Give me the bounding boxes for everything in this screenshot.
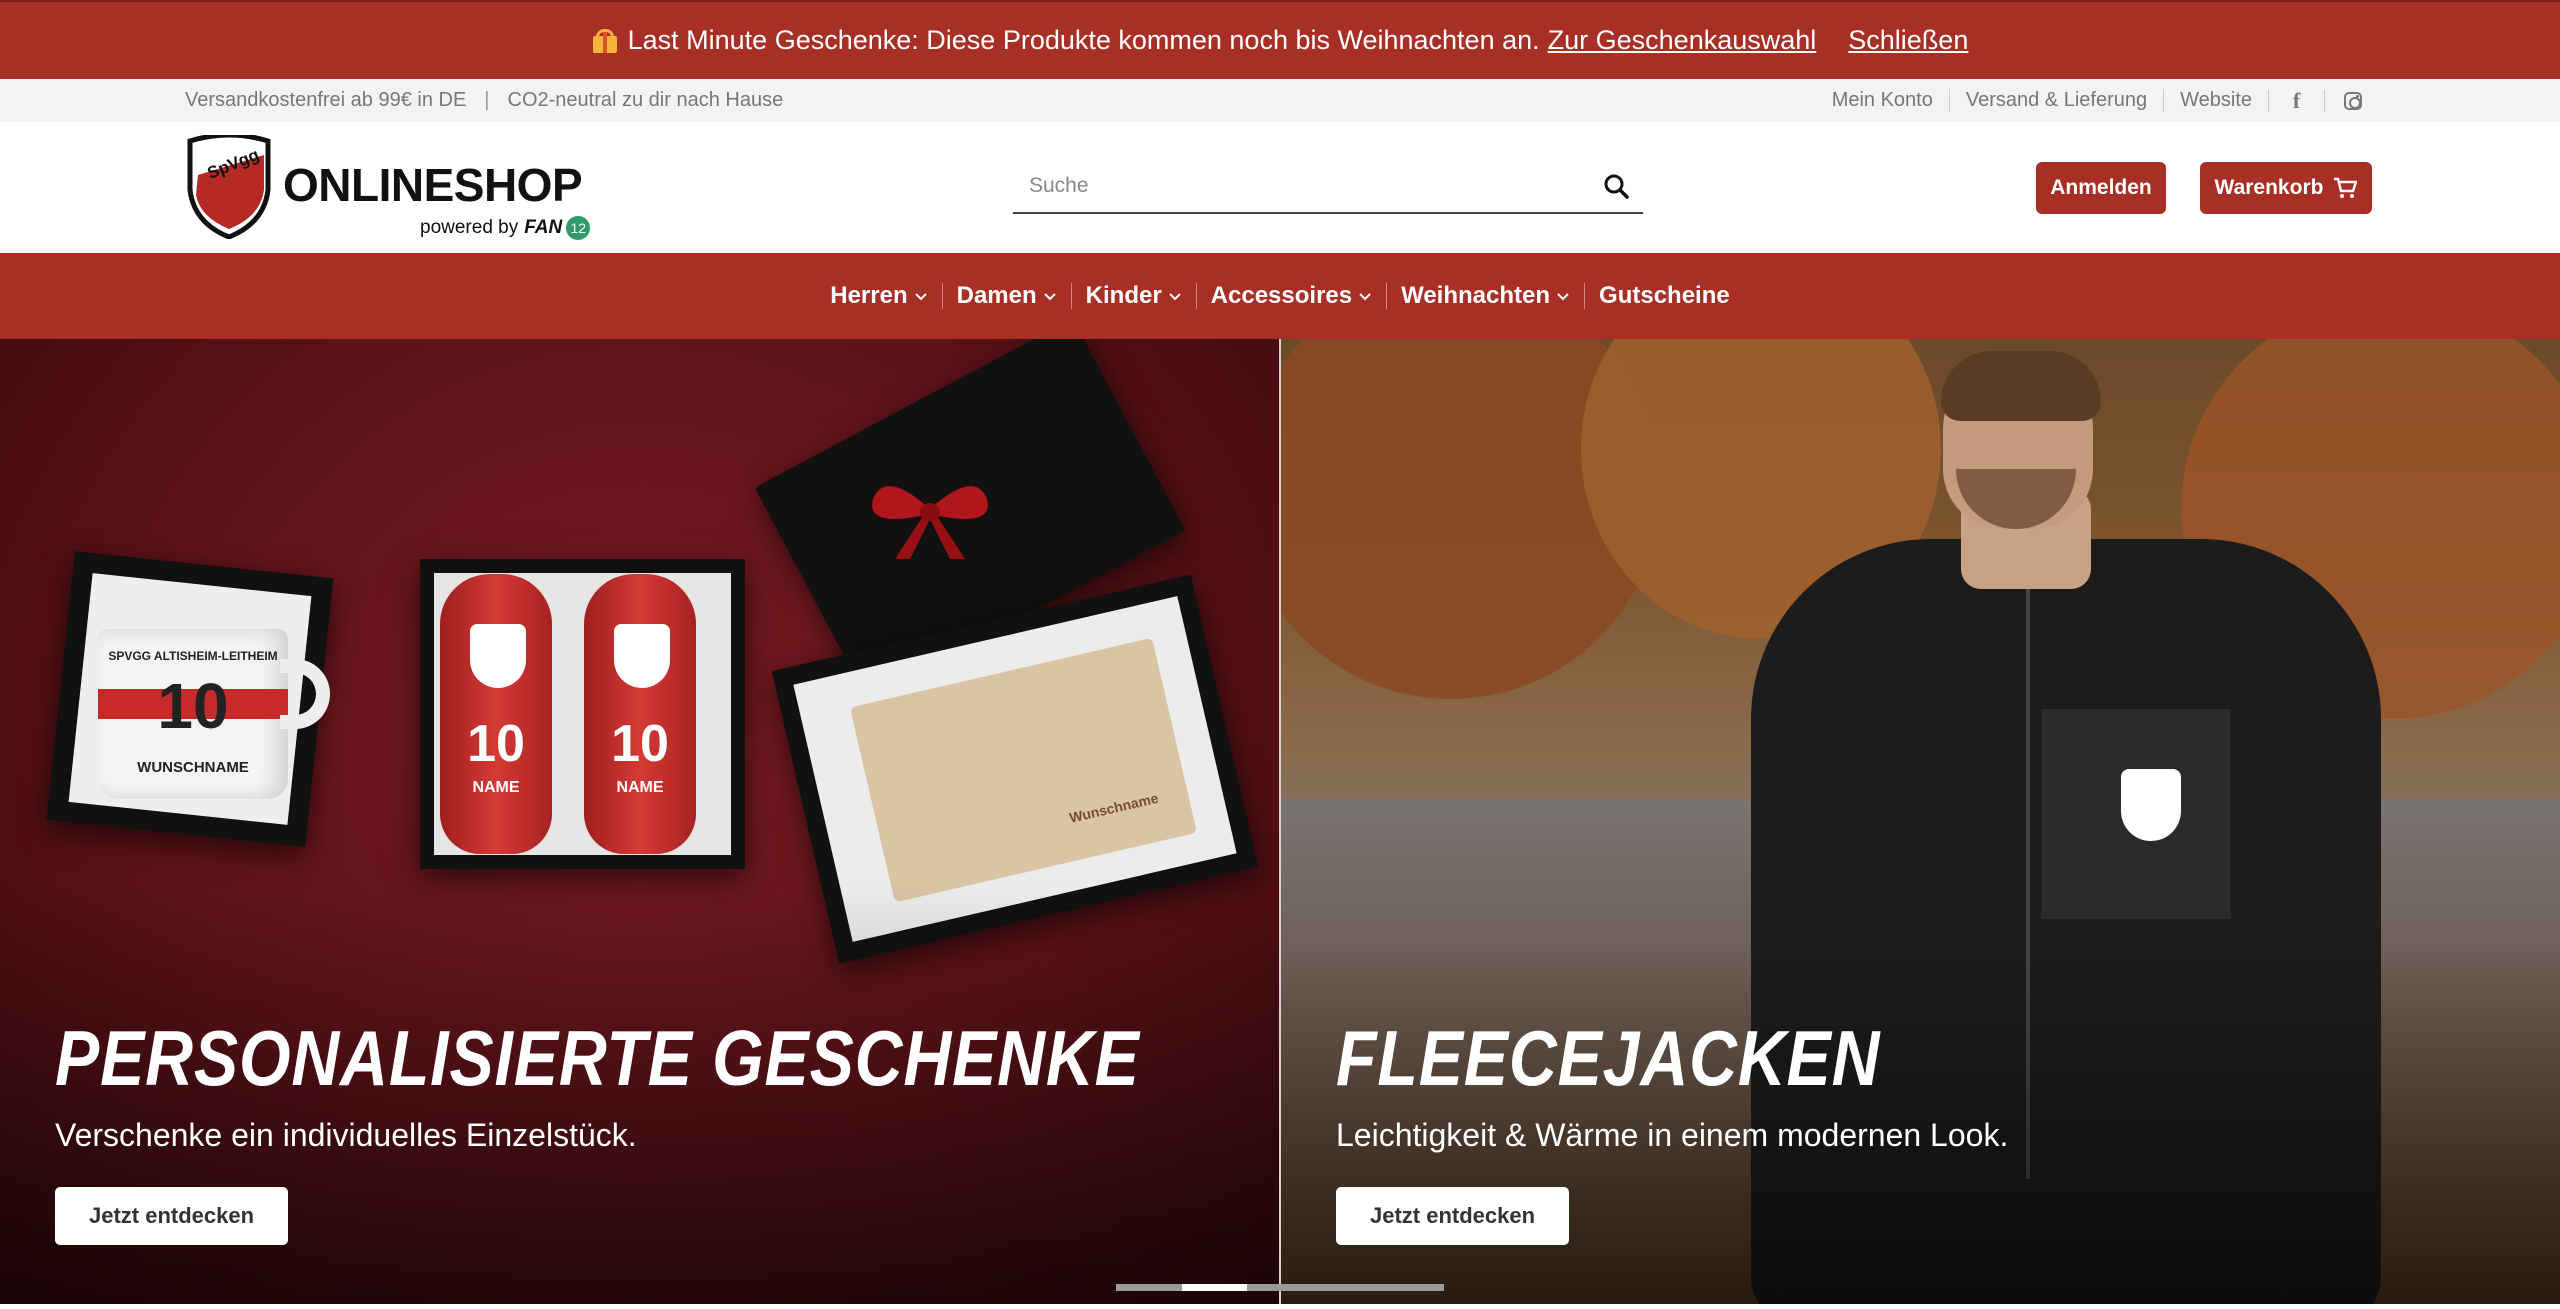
nav-item-accessoires[interactable]: Accessoires [1195,282,1386,309]
hero-title-fleece: FLEECEJACKEN [1336,1014,1881,1102]
nav-item-weihnachten[interactable]: Weihnachten [1386,283,1584,309]
chevron-down-icon [1557,293,1569,301]
chevron-down-icon [914,293,927,301]
shinguard-right: 10 NAME [584,574,696,854]
nav-item-kinder[interactable]: Kinder [1070,282,1196,309]
chevron-down-icon [1168,293,1181,301]
slider-dot[interactable] [1181,1284,1248,1291]
club-crest-logo[interactable]: SpVgg [184,135,274,239]
shipping-note: Versandkostenfrei ab 99€ in DE [185,89,467,111]
promo-close-link[interactable]: Schließen [1848,25,1968,56]
nav-label: Herren [830,282,908,309]
shop-logo-text[interactable]: ONLINESHOP [283,158,583,212]
gift-icon [592,28,618,54]
nav-label: Damen [956,282,1037,309]
my-account-link[interactable]: Mein Konto [1816,89,1949,112]
powered-by-brand: FAN [524,217,563,238]
slider-dot[interactable] [1378,1284,1444,1291]
site-header: SpVgg ONLINESHOP powered by FAN 12 Anmel… [0,122,2560,253]
chevron-down-icon [1359,293,1371,301]
hero-subtitle-fleece: Leichtigkeit & Wärme in einem modernen L… [1336,1117,2009,1153]
topbar-separator: | [484,89,490,111]
mug-club-text: SPVGG ALTISHEIM-LEITHEIM [108,649,278,663]
slider-dot[interactable] [1116,1284,1182,1291]
shinguard-name: NAME [472,779,520,796]
powered-by-label: powered by [420,217,519,238]
search-input[interactable] [1013,160,1573,212]
hero-title-gifts: PERSONALISIERTE GESCHENKE [55,1014,1140,1102]
mug-image: SPVGG ALTISHEIM-LEITHEIM 10 WUNSCHNAME [98,629,288,799]
nav-label: Gutscheine [1599,282,1730,309]
ribbon-bow-image [872,486,988,559]
discover-gifts-button[interactable]: Jetzt entdecken [55,1187,288,1245]
facebook-icon[interactable]: f [2268,88,2324,113]
shinguard-number: 10 [611,715,669,773]
hero-subtitle-gifts: Verschenke ein individuelles Einzelstück… [55,1117,637,1153]
cart-icon [2334,177,2358,198]
search-icon[interactable] [1603,173,1629,199]
nav-label: Weihnachten [1401,282,1551,309]
slider-pagination[interactable] [1116,1284,1444,1291]
shinguard-number: 10 [467,715,525,773]
promo-banner: Last Minute Geschenke: Diese Produkte ko… [0,0,2560,79]
nav-item-damen[interactable]: Damen [941,282,1071,309]
shinguard-left: 10 NAME [440,574,552,854]
hero-slide-fleece[interactable]: FLEECEJACKEN Leichtigkeit & Wärme in ein… [1281,339,2560,1304]
top-info-bar: Versandkostenfrei ab 99€ in DE | CO2-neu… [0,79,2560,122]
nav-label: Kinder [1085,282,1162,309]
shipping-delivery-link[interactable]: Versand & Lieferung [1948,89,2163,112]
cart-label: Warenkorb [2214,176,2324,199]
search-bar [1013,160,1643,214]
main-nav: Herren Damen Kinder Accessoires Weihnach… [0,253,2560,339]
mug-name: WUNSCHNAME [137,759,249,776]
instagram-icon[interactable] [2324,89,2380,112]
wood-engraving: Wunschname [1067,789,1160,826]
co2-note: CO2-neutral zu dir nach Hause [507,89,784,111]
powered-by: powered by FAN 12 [420,216,591,240]
jacket-crest-icon [2121,769,2181,841]
hero-slide-gifts[interactable]: SPVGG ALTISHEIM-LEITHEIM 10 WUNSCHNAME 1… [0,339,1279,1304]
wood-board-image: Wunschname [849,637,1197,903]
slider-dot[interactable] [1312,1284,1379,1291]
powered-by-badge: 12 [566,216,591,240]
promo-gift-link[interactable]: Zur Geschenkauswahl [1548,25,1817,56]
cart-button[interactable]: Warenkorb [2200,162,2372,214]
promo-message: Last Minute Geschenke: Diese Produkte ko… [627,25,1540,55]
chevron-down-icon [1043,293,1056,301]
shinguard-name: NAME [616,779,664,796]
nav-label: Accessoires [1210,282,1353,309]
slider-dot[interactable] [1247,1284,1313,1291]
discover-fleece-button[interactable]: Jetzt entdecken [1336,1187,1569,1245]
login-label: Anmelden [2050,176,2152,199]
nav-item-gutscheine[interactable]: Gutscheine [1584,283,1744,309]
mug-number: 10 [157,670,229,742]
nav-item-herren[interactable]: Herren [816,283,941,309]
login-button[interactable]: Anmelden [2036,162,2166,214]
website-link[interactable]: Website [2163,89,2268,112]
